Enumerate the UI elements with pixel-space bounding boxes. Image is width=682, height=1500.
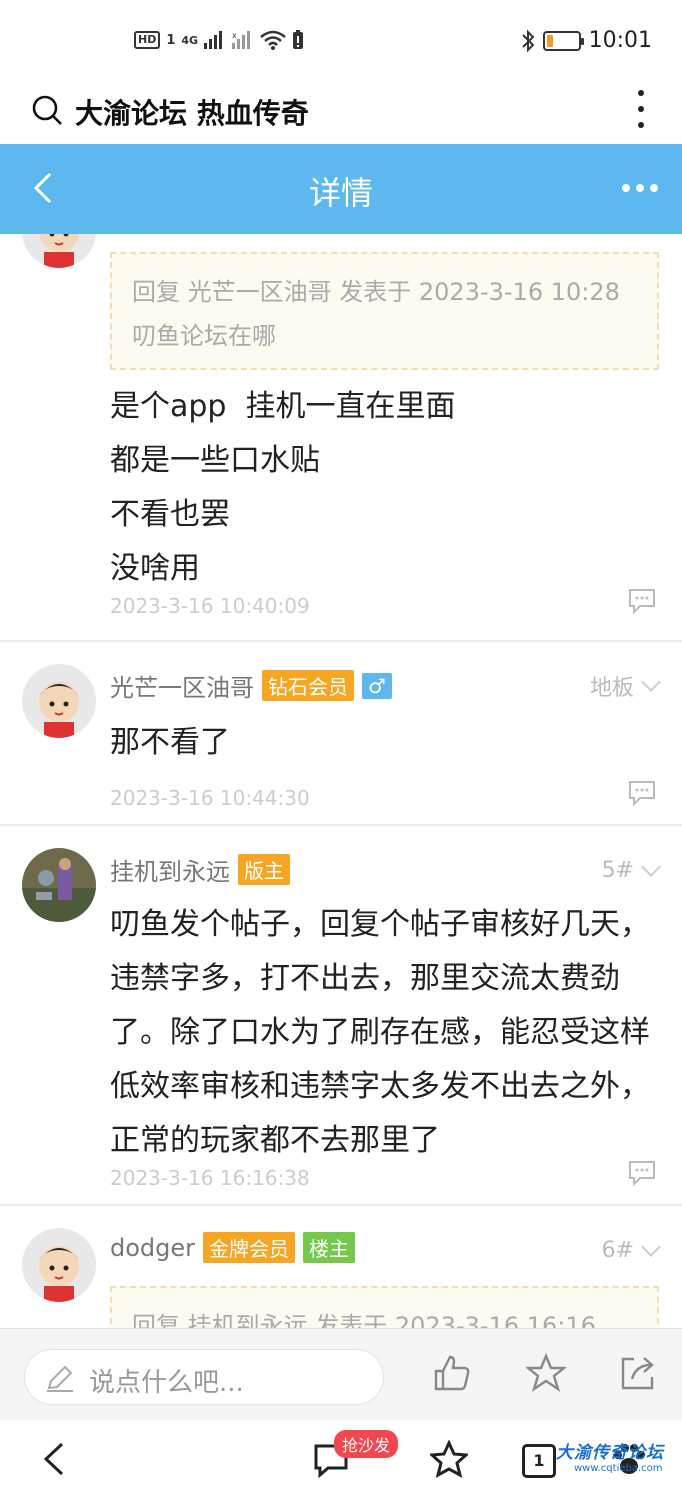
like-icon[interactable] <box>432 1353 472 1393</box>
floor-label[interactable]: 地板 <box>589 670 661 702</box>
watermark-main: 大渝传奇论坛 <box>556 1443 664 1463</box>
post-item: 光芒一区油哥 钻石会员 ♂ 地板 那不看了 2023-3-16 10:44:30 <box>0 642 682 826</box>
app-header: 详情 <box>0 144 682 234</box>
avatar[interactable] <box>22 848 96 922</box>
floor-number: 5# <box>601 858 634 883</box>
post-list[interactable]: 回复 光芒一区油哥 发表于 2023-3-16 10:28 叨鱼论坛在哪 是个a… <box>0 234 682 1328</box>
post-body: 叨鱼发个帖子，回复个帖子审核好几天，违禁字多，打不出去，那里交流太费劲了。除了口… <box>110 907 650 1158</box>
post-author: 光芒一区油哥 钻石会员 ♂ <box>110 668 392 703</box>
avatar[interactable] <box>22 664 96 738</box>
chevron-down-icon[interactable] <box>641 1236 661 1257</box>
page-title: 详情 <box>308 174 373 212</box>
comment-icon[interactable] <box>628 1160 656 1186</box>
clock: 10:01 <box>588 28 652 53</box>
search-icon[interactable] <box>32 94 64 126</box>
quote-header: 回复 挂机到永远 发表于 2023-3-16 16:16 <box>132 1312 596 1328</box>
avatar[interactable] <box>22 234 96 268</box>
sim-indicator: 1 <box>166 32 176 48</box>
favorite-star-icon[interactable] <box>526 1353 566 1393</box>
more-horizontal-icon[interactable] <box>622 184 658 192</box>
sofa-badge: 抢沙发 <box>334 1430 399 1458</box>
search-query[interactable]: 大渝论坛 热血传奇 <box>75 92 309 132</box>
quote-text: 叨鱼论坛在哪 <box>132 322 276 350</box>
more-vertical-icon[interactable] <box>638 90 646 128</box>
male-icon: ♂ <box>362 672 392 699</box>
avatar[interactable] <box>22 1228 96 1302</box>
post-item: 挂机到永远 版主 5# 叨鱼发个帖子，回复个帖子审核好几天，违禁字多，打不出去，… <box>0 826 682 1206</box>
floor-number: 6# <box>601 1238 634 1263</box>
chevron-down-icon[interactable] <box>641 672 661 692</box>
alert-battery-icon <box>293 30 304 49</box>
post-item: dodger 金牌会员 楼主 6# 回复 挂机到永远 发表于 2023-3-16… <box>0 1206 682 1328</box>
post-author: 挂机到永远 版主 <box>110 852 290 887</box>
chevron-down-icon[interactable] <box>641 856 661 877</box>
quote-header: 回复 光芒一区油哥 发表于 2023-3-16 10:28 <box>132 278 620 306</box>
signal-icon <box>204 31 223 49</box>
post-body: 是个app 挂机一直在里面 都是一些口水贴 不看也罢 没啥用 <box>110 389 456 586</box>
hd-indicator: HD <box>134 31 161 49</box>
bookmark-star-icon[interactable] <box>430 1440 468 1478</box>
author-name[interactable]: 光芒一区油哥 <box>110 668 254 703</box>
svg-text:x: x <box>232 31 237 40</box>
tabs-button[interactable]: 1 <box>522 1444 556 1478</box>
reply-quote[interactable]: 回复 光芒一区油哥 发表于 2023-3-16 10:28 叨鱼论坛在哪 <box>110 252 659 370</box>
reply-input[interactable]: 说点什么吧... <box>24 1349 384 1405</box>
comment-icon[interactable] <box>628 588 656 614</box>
status-left: HD 1 4G x <box>134 30 304 50</box>
member-badge: 金牌会员 <box>203 1232 296 1263</box>
post-item: 回复 光芒一区油哥 发表于 2023-3-16 10:28 叨鱼论坛在哪 是个a… <box>0 234 682 642</box>
signal-2-icon: x <box>232 31 251 49</box>
reply-quote[interactable]: 回复 挂机到永远 发表于 2023-3-16 16:16 <box>110 1286 659 1328</box>
op-badge: 楼主 <box>303 1232 356 1263</box>
post-time: 2023-3-16 10:40:09 <box>110 594 310 618</box>
share-icon[interactable] <box>618 1353 658 1393</box>
author-name[interactable]: dodger <box>110 1234 195 1262</box>
browser-search-bar[interactable]: 大渝论坛 热血传奇 <box>0 86 682 144</box>
comment-icon[interactable] <box>628 780 656 806</box>
moderator-badge: 版主 <box>238 854 290 885</box>
reply-placeholder: 说点什么吧... <box>89 1368 244 1398</box>
bluetooth-icon <box>521 29 535 52</box>
battery-fill <box>546 34 553 47</box>
battery-icon <box>542 30 584 51</box>
wifi-icon <box>260 30 286 50</box>
author-name[interactable]: 挂机到永远 <box>110 852 230 887</box>
reply-bar: 说点什么吧... <box>0 1328 682 1420</box>
floor-label[interactable]: 6# <box>601 1236 661 1263</box>
post-author: dodger 金牌会员 楼主 <box>110 1232 356 1263</box>
network-label: 4G <box>181 33 199 47</box>
post-time: 2023-3-16 10:44:30 <box>110 786 310 810</box>
status-bar: HD 1 4G x 10:01 <box>0 0 682 86</box>
site-watermark: 大渝传奇论坛 www.cqtieba.com <box>556 1438 682 1474</box>
watermark-url: www.cqtieba.com <box>574 1463 663 1474</box>
floor-label[interactable]: 5# <box>601 856 661 883</box>
nav-back-icon[interactable] <box>36 1440 74 1478</box>
member-badge: 钻石会员 <box>262 670 354 701</box>
post-body: 那不看了 <box>110 725 230 760</box>
floor-number: 地板 <box>589 676 634 701</box>
status-right: 10:01 <box>521 28 652 53</box>
pen-icon <box>47 1365 73 1392</box>
post-time: 2023-3-16 16:16:38 <box>110 1166 310 1190</box>
